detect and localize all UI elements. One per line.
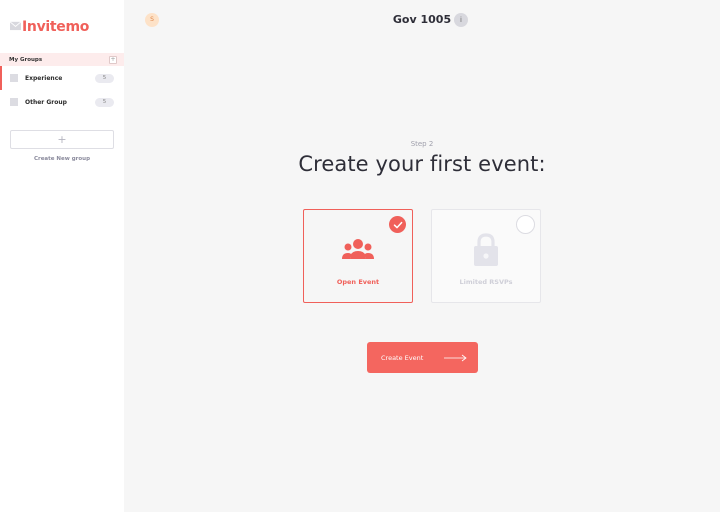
limited-rsvps-option[interactable]: Limited RSVPs <box>431 209 541 303</box>
group-count-badge: 5 <box>95 73 114 83</box>
create-group-button[interactable]: + <box>10 130 114 149</box>
lock-icon <box>432 232 540 268</box>
group-checkbox[interactable] <box>10 74 18 82</box>
add-group-button[interactable]: + <box>109 55 117 64</box>
option-label: Open Event <box>336 278 380 286</box>
group-label: Experience <box>25 74 63 82</box>
create-event-label: Create Event <box>381 353 424 362</box>
my-groups-title: My Groups <box>9 56 43 63</box>
sidebar: Invitemo My Groups + Experience 5 Other … <box>0 0 124 512</box>
option-label: Limited RSVPs <box>459 278 513 286</box>
group-icon <box>304 238 412 262</box>
step-label: Step 2 <box>410 140 434 148</box>
page-title: Gov 1005 <box>392 13 452 26</box>
avatar[interactable]: S <box>145 13 159 27</box>
arrow-right-icon <box>444 354 467 361</box>
logo-text: Invitemo <box>22 19 90 35</box>
sidebar-item-other-group[interactable]: Other Group 5 <box>0 90 124 114</box>
group-checkbox[interactable] <box>10 98 18 106</box>
group-label: Other Group <box>25 98 67 106</box>
info-icon[interactable]: i <box>454 13 468 27</box>
envelope-icon <box>10 20 21 30</box>
sidebar-item-experience[interactable]: Experience 5 <box>0 66 124 90</box>
logo[interactable]: Invitemo <box>10 18 89 36</box>
create-event-button[interactable]: Create Event <box>367 342 478 373</box>
plus-icon: + <box>57 133 67 146</box>
create-group-link[interactable]: Create New group <box>0 156 124 162</box>
my-groups-header: My Groups + <box>0 53 124 66</box>
open-event-option[interactable]: Open Event <box>303 209 413 303</box>
main-heading: Create your first event: <box>298 152 546 176</box>
check-icon <box>389 216 406 233</box>
group-count-badge: 5 <box>95 97 114 107</box>
